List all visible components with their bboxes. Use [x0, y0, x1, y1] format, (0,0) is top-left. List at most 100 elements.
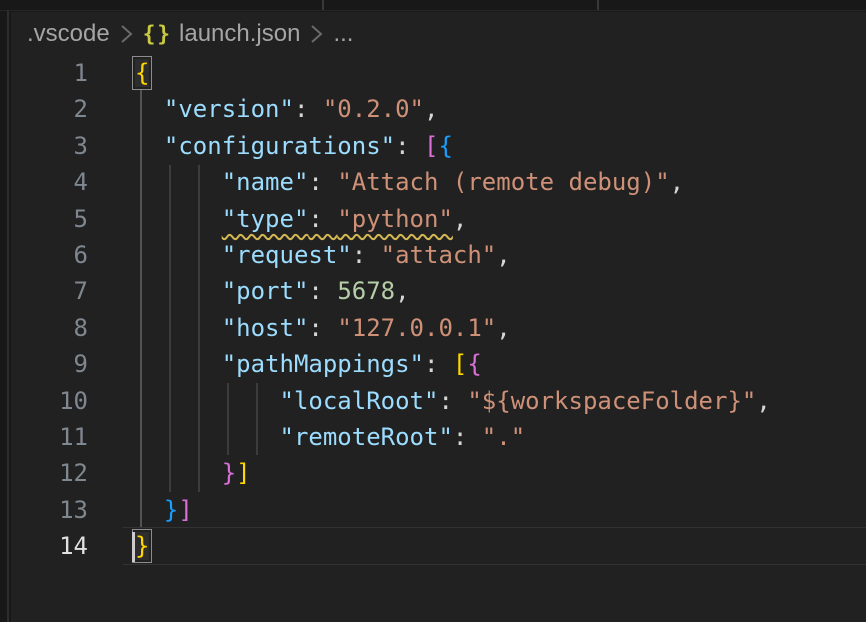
breadcrumb-file[interactable]: launch.json — [179, 20, 300, 48]
token: "${workspaceFolder}" — [467, 387, 756, 415]
code-line[interactable]: 1{ — [11, 55, 866, 91]
json-file-icon: {} — [143, 22, 172, 46]
token: , — [395, 277, 409, 305]
code-text: "host": "127.0.0.1", — [88, 310, 511, 346]
line-number[interactable]: 7 — [11, 273, 88, 309]
code-text: "type": "python", — [88, 201, 467, 237]
token: "0.2.0" — [323, 95, 424, 123]
token — [135, 241, 222, 269]
line-number[interactable]: 2 — [11, 91, 88, 127]
token: "python" — [337, 205, 453, 233]
token: "request" — [222, 241, 352, 269]
token: "127.0.0.1" — [337, 314, 496, 342]
token: } — [164, 496, 178, 524]
line-number[interactable]: 11 — [11, 419, 88, 455]
code-line[interactable]: 12 }] — [11, 455, 866, 491]
code-line[interactable]: 6 "request": "attach", — [11, 237, 866, 273]
breadcrumb-folder[interactable]: .vscode — [27, 20, 110, 48]
tab-divider — [597, 0, 599, 10]
line-number[interactable]: 10 — [11, 383, 88, 419]
token: } — [222, 459, 236, 487]
token: , — [496, 241, 510, 269]
token: , — [670, 168, 684, 196]
code-line[interactable]: 3 "configurations": [{ — [11, 128, 866, 164]
code-text: "request": "attach", — [88, 237, 511, 273]
code-line[interactable]: 4 "name": "Attach (remote debug)", — [11, 164, 866, 200]
token: : — [308, 205, 337, 233]
code-line[interactable]: 10 "localRoot": "${workspaceFolder}", — [11, 383, 866, 419]
code-text: { — [88, 55, 149, 91]
code-text: }] — [88, 455, 251, 491]
editor-left-edge — [0, 11, 9, 622]
token: [ — [424, 132, 438, 160]
line-number[interactable]: 3 — [11, 128, 88, 164]
token: "localRoot" — [280, 387, 439, 415]
code-line[interactable]: 14} — [11, 528, 866, 564]
code-line[interactable]: 2 "version": "0.2.0", — [11, 91, 866, 127]
line-number[interactable]: 1 — [11, 55, 88, 91]
line-number[interactable]: 13 — [11, 492, 88, 528]
line-number[interactable]: 9 — [11, 346, 88, 382]
token: : — [395, 132, 424, 160]
code-line[interactable]: 9 "pathMappings": [{ — [11, 346, 866, 382]
token: , — [424, 95, 438, 123]
code-text: "localRoot": "${workspaceFolder}", — [88, 383, 771, 419]
line-number[interactable]: 6 — [11, 237, 88, 273]
tab-divider — [322, 0, 324, 10]
code-text: }] — [88, 492, 193, 528]
token: : — [308, 168, 337, 196]
token: "pathMappings" — [222, 350, 424, 378]
chevron-right-icon — [310, 23, 323, 45]
token: "port" — [222, 277, 309, 305]
text-cursor — [132, 532, 135, 562]
code-line[interactable]: 13 }] — [11, 492, 866, 528]
token: "configurations" — [164, 132, 395, 160]
token: "Attach (remote debug)" — [337, 168, 669, 196]
line-number[interactable]: 5 — [11, 201, 88, 237]
token: { — [438, 132, 452, 160]
line-number[interactable]: 4 — [11, 164, 88, 200]
token: 5678 — [337, 277, 395, 305]
token — [135, 95, 164, 123]
token: "." — [482, 423, 525, 451]
code-line[interactable]: 8 "host": "127.0.0.1", — [11, 310, 866, 346]
token: { — [467, 350, 481, 378]
token: , — [453, 205, 467, 233]
code-line[interactable]: 11 "remoteRoot": "." — [11, 419, 866, 455]
line-number[interactable]: 14 — [11, 528, 88, 564]
code-text: } — [88, 528, 149, 564]
code-line[interactable]: 7 "port": 5678, — [11, 273, 866, 309]
token — [135, 314, 222, 342]
code-lines: 1{2 "version": "0.2.0",3 "configurations… — [11, 55, 866, 564]
token: : — [308, 277, 337, 305]
token: : — [453, 423, 482, 451]
line-number[interactable]: 8 — [11, 310, 88, 346]
token: "attach" — [381, 241, 497, 269]
token — [135, 423, 280, 451]
breadcrumb-symbol-overflow[interactable]: ... — [333, 20, 353, 48]
chevron-right-icon — [120, 23, 133, 45]
token: [ — [453, 350, 467, 378]
code-line[interactable]: 5 "type": "python", — [11, 201, 866, 237]
token: } — [135, 532, 149, 560]
token — [135, 459, 222, 487]
token: ] — [178, 496, 192, 524]
token — [135, 132, 164, 160]
token: , — [496, 314, 510, 342]
token — [135, 496, 164, 524]
token — [135, 205, 222, 233]
token — [135, 350, 222, 378]
code-text: "port": 5678, — [88, 273, 410, 309]
line-number[interactable]: 12 — [11, 455, 88, 491]
code-text: "remoteRoot": "." — [88, 419, 525, 455]
breadcrumb: .vscode {} launch.json ... — [11, 12, 866, 55]
token — [135, 387, 280, 415]
token: "type" — [222, 205, 309, 233]
token: "version" — [164, 95, 294, 123]
token: : — [424, 350, 453, 378]
code-area[interactable]: 1{2 "version": "0.2.0",3 "configurations… — [11, 55, 866, 564]
token: "remoteRoot" — [280, 423, 453, 451]
token: "host" — [222, 314, 309, 342]
token: "name" — [222, 168, 309, 196]
token — [135, 168, 222, 196]
